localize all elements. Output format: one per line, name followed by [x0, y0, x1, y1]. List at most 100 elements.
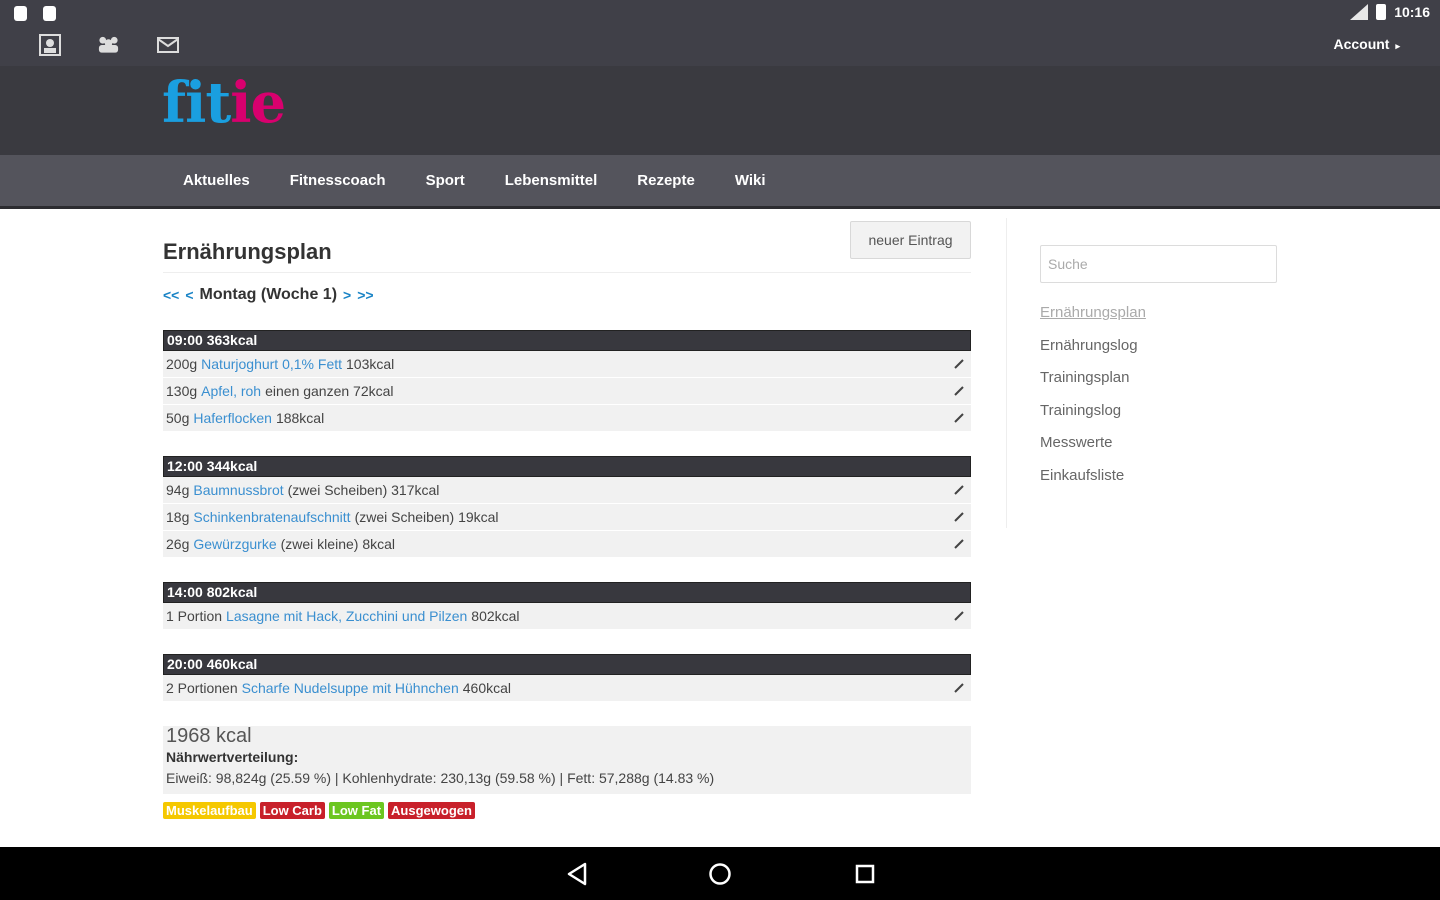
food-link[interactable]: Gewürzgurke	[193, 536, 276, 552]
account-label: Account	[1333, 36, 1390, 52]
item-detail: 802kcal	[471, 608, 520, 624]
meal-block: 09:00 363kcal 200g Naturjoghurt 0,1% Fet…	[163, 330, 971, 432]
sidebar-item-trainingsplan[interactable]: Trainingsplan	[1040, 369, 1277, 402]
site-header: fitie	[0, 66, 1440, 155]
sidebar-divider	[1006, 218, 1007, 528]
tag-badge: Low Fat	[328, 802, 385, 819]
meal-item: 1 Portion Lasagne mit Hack, Zucchini und…	[163, 603, 971, 630]
item-detail: 103kcal	[346, 356, 395, 372]
food-link[interactable]: Naturjoghurt 0,1% Fett	[201, 356, 342, 372]
nav-item-rezepte[interactable]: Rezepte	[637, 172, 695, 189]
meal-item: 94g Baumnussbrot (zwei Scheiben) 317kcal	[163, 477, 971, 504]
logo-part: e	[250, 70, 287, 136]
notification-icon	[43, 6, 56, 21]
sidebar-item-ernaehrungsplan[interactable]: Ernährungsplan	[1040, 304, 1277, 337]
meal-item: 200g Naturjoghurt 0,1% Fett 103kcal	[163, 351, 971, 378]
back-icon[interactable]	[564, 861, 590, 887]
notification-icon	[14, 6, 27, 21]
nutrient-distribution-label: Nährwertverteilung:	[166, 749, 299, 765]
item-detail: (zwei Scheiben) 19kcal	[354, 509, 499, 525]
account-menu[interactable]: Account ▸	[1333, 36, 1400, 52]
sidebar-item-messwerte[interactable]: Messwerte	[1040, 434, 1277, 467]
item-amount: 18g	[166, 509, 190, 525]
page-title: Ernährungsplan	[163, 239, 332, 264]
meal-item: 26g Gewürzgurke (zwei kleine) 8kcal	[163, 531, 971, 558]
pencil-icon[interactable]	[951, 536, 967, 552]
item-amount: 200g	[166, 356, 198, 372]
home-icon[interactable]	[707, 861, 733, 887]
new-entry-button[interactable]: neuer Eintrag	[850, 221, 971, 259]
recent-apps-icon[interactable]	[852, 861, 878, 887]
item-amount: 26g	[166, 536, 190, 552]
meal-header: 14:00 802kcal	[163, 582, 971, 603]
main-nav: Aktuelles Fitnesscoach Sport Lebensmitte…	[0, 155, 1440, 209]
meal-item: 130g Apfel, roh einen ganzen 72kcal	[163, 378, 971, 405]
nutrient-distribution-values: Eiweiß: 98,824g (25.59 %) | Kohlenhydrat…	[166, 770, 715, 786]
pencil-icon[interactable]	[951, 356, 967, 372]
item-amount: 2 Portionen	[166, 680, 238, 696]
group-icon[interactable]	[97, 33, 120, 56]
prev-day-link[interactable]: <	[185, 287, 193, 303]
item-detail: (zwei kleine) 8kcal	[280, 536, 395, 552]
status-right: 10:16	[1350, 4, 1430, 20]
logo[interactable]: fitie	[162, 70, 287, 136]
android-nav-bar	[0, 847, 1440, 900]
caret-right-icon: ▸	[1395, 41, 1400, 51]
plan-tags: Muskelaufbau Low Carb Low Fat Ausgewogen	[163, 802, 475, 819]
nav-item-sport[interactable]: Sport	[426, 172, 465, 189]
food-link[interactable]: Apfel, roh	[201, 383, 261, 399]
item-amount: 94g	[166, 482, 190, 498]
meal-item: 18g Schinkenbratenaufschnitt (zwei Schei…	[163, 504, 971, 531]
meal-block: 12:00 344kcal 94g Baumnussbrot (zwei Sch…	[163, 456, 971, 558]
current-day-label: Montag (Woche 1)	[199, 286, 338, 303]
nav-item-wiki[interactable]: Wiki	[735, 172, 766, 189]
last-day-link[interactable]: >>	[357, 287, 373, 303]
battery-icon	[1376, 4, 1387, 20]
day-navigation: << < Montag (Woche 1) > >>	[163, 286, 374, 304]
item-detail: (zwei Scheiben) 317kcal	[287, 482, 440, 498]
search-input[interactable]	[1040, 245, 1277, 283]
tag-badge: Ausgewogen	[388, 802, 475, 819]
item-amount: 1 Portion	[166, 608, 223, 624]
pencil-icon[interactable]	[951, 509, 967, 525]
item-detail: einen ganzen 72kcal	[265, 383, 394, 399]
first-day-link[interactable]: <<	[163, 287, 179, 303]
tag-badge: Low Carb	[259, 802, 325, 819]
meal-item: 2 Portionen Scharfe Nudelsuppe mit Hühnc…	[163, 675, 971, 702]
pencil-icon[interactable]	[951, 680, 967, 696]
food-link[interactable]: Baumnussbrot	[193, 482, 283, 498]
pencil-icon[interactable]	[951, 482, 967, 498]
pencil-icon[interactable]	[951, 383, 967, 399]
food-link[interactable]: Lasagne mit Hack, Zucchini und Pilzen	[226, 608, 467, 624]
item-amount: 50g	[166, 410, 190, 426]
next-day-link[interactable]: >	[343, 287, 351, 303]
nav-item-fitnesscoach[interactable]: Fitnesscoach	[290, 172, 386, 189]
status-notifications	[14, 6, 56, 21]
contact-card-icon[interactable]	[38, 33, 61, 56]
sidebar-item-ernaehrungslog[interactable]: Ernährungslog	[1040, 337, 1277, 370]
meal-header: 09:00 363kcal	[163, 330, 971, 351]
signal-icon	[1350, 4, 1369, 20]
sidebar-item-einkaufsliste[interactable]: Einkaufsliste	[1040, 467, 1277, 500]
sidebar-item-trainingslog[interactable]: Trainingslog	[1040, 402, 1277, 435]
meal-item: 50g Haferflocken 188kcal	[163, 405, 971, 432]
total-kcal: 1968 kcal	[166, 725, 252, 747]
meal-block: 20:00 460kcal 2 Portionen Scharfe Nudels…	[163, 654, 971, 702]
pencil-icon[interactable]	[951, 410, 967, 426]
food-link[interactable]: Haferflocken	[193, 410, 272, 426]
nutrition-summary: 1968 kcal Nährwertverteilung: Eiweiß: 98…	[163, 725, 971, 794]
food-link[interactable]: Scharfe Nudelsuppe mit Hühnchen	[242, 680, 459, 696]
meal-header: 12:00 344kcal	[163, 456, 971, 477]
pencil-icon[interactable]	[951, 608, 967, 624]
item-detail: 188kcal	[275, 410, 325, 426]
nav-item-aktuelles[interactable]: Aktuelles	[183, 172, 250, 189]
food-link[interactable]: Schinkenbratenaufschnitt	[193, 509, 350, 525]
logo-part: fit	[162, 70, 231, 136]
status-time: 10:16	[1394, 4, 1430, 20]
sidebar: Ernährungsplan Ernährungslog Trainingspl…	[1040, 245, 1277, 499]
item-amount: 130g	[166, 383, 198, 399]
mail-icon[interactable]	[156, 33, 179, 56]
item-detail: 460kcal	[462, 680, 512, 696]
nav-item-lebensmittel[interactable]: Lebensmittel	[505, 172, 598, 189]
top-toolbar: 10:16 Account ▸	[0, 0, 1440, 66]
